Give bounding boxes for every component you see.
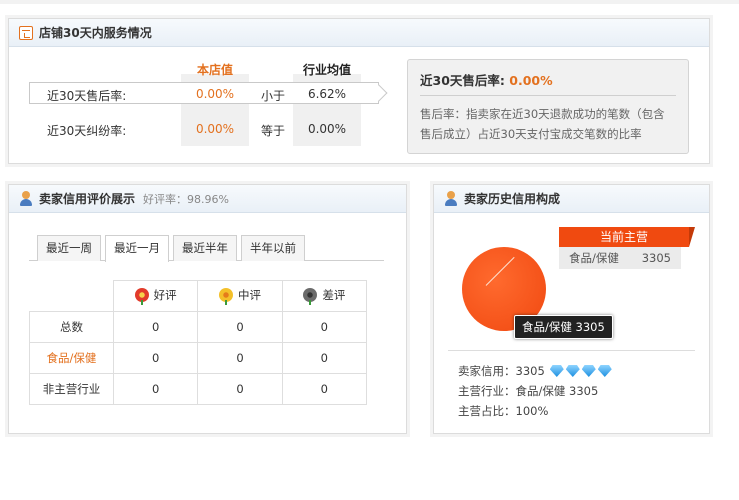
tab-before-half-year[interactable]: 半年以前 bbox=[241, 235, 305, 261]
neutral-label: 中评 bbox=[237, 288, 261, 302]
service-panel-title: 店铺30天内服务情况 bbox=[39, 26, 152, 40]
history-panel-header: 卖家历史信用构成 bbox=[434, 185, 709, 213]
pie-tooltip: 食品/保健 3305 bbox=[514, 315, 613, 339]
top-divider bbox=[0, 0, 739, 4]
main-share-line: 主营占比： 100% bbox=[458, 403, 548, 419]
seller-credit-line: 卖家信用： 3305 bbox=[458, 363, 612, 379]
positive-rate: 好评率：98.96% bbox=[143, 192, 229, 206]
rating-panel-title: 卖家信用评价展示 bbox=[39, 192, 136, 206]
main-category-name: 食品/保健 bbox=[569, 251, 619, 265]
rating-panel: 卖家信用评价展示 好评率：98.96% 最近一周 最近一月 最近半年 半年以前 … bbox=[8, 184, 407, 434]
diamond-icon bbox=[597, 365, 612, 377]
dispute-rate-label[interactable]: 近30天纠纷率: bbox=[47, 122, 157, 139]
neutral-header: 中评 bbox=[197, 280, 283, 312]
bad-label: 差评 bbox=[322, 288, 346, 302]
table-cell[interactable]: 0 bbox=[197, 342, 283, 374]
industry-average-header: 行业均值 bbox=[302, 63, 351, 77]
good-header: 好评 bbox=[112, 280, 199, 312]
red-flower-icon bbox=[134, 288, 149, 305]
table-cell[interactable]: 0 bbox=[197, 373, 283, 405]
diamond-icon bbox=[565, 365, 580, 377]
after-sales-rate-shop: 0.00% bbox=[195, 87, 235, 101]
row-label-food-health[interactable]: 食品/保健 bbox=[29, 342, 114, 374]
diamond-icon bbox=[549, 365, 564, 377]
table-row: 非主营行业 0 0 0 bbox=[29, 373, 368, 405]
tab-last-month[interactable]: 最近一月 bbox=[105, 235, 169, 262]
table-cell[interactable]: 0 bbox=[112, 311, 199, 343]
bad-header: 差评 bbox=[281, 280, 368, 312]
main-category-box: 食品/保健 3305 bbox=[559, 247, 681, 269]
service-panel: 店铺30天内服务情况 本店值 行业均值 近30天售后率: 0.00% 小于 6.… bbox=[8, 18, 710, 164]
wilted-flower-icon bbox=[303, 288, 318, 305]
table-row: 总数 0 0 0 bbox=[29, 311, 368, 343]
good-label: 好评 bbox=[153, 288, 177, 302]
history-panel: 卖家历史信用构成 食品/保健 3305 当前主营 食品/保健 3305 卖家信用… bbox=[433, 184, 710, 434]
service-panel-header: 店铺30天内服务情况 bbox=[9, 19, 709, 47]
diamond-icon bbox=[581, 365, 596, 377]
row-label-total: 总数 bbox=[29, 311, 114, 343]
table-cell[interactable]: 0 bbox=[281, 311, 368, 343]
main-share-value: 100% bbox=[515, 404, 549, 418]
yellow-flower-icon bbox=[218, 288, 233, 305]
seller-credit-label: 卖家信用： bbox=[458, 364, 516, 378]
main-industry-line: 主营行业： 食品/保健 3305 bbox=[458, 383, 598, 399]
tab-last-week[interactable]: 最近一周 bbox=[37, 235, 101, 261]
period-tabs: 最近一周 最近一月 最近半年 半年以前 bbox=[29, 235, 384, 262]
rate-info-box: 近30天售后率: 0.00% 售后率：指卖家在近30天退款成功的笔数（包含售后成… bbox=[407, 59, 689, 154]
after-sales-rate-label[interactable]: 近30天售后率: bbox=[47, 87, 157, 104]
table-cell[interactable]: 0 bbox=[112, 342, 199, 374]
seller-credit-value: 3305 bbox=[515, 364, 545, 378]
history-panel-title: 卖家历史信用构成 bbox=[464, 192, 561, 206]
dispute-compare: 等于 bbox=[261, 124, 286, 138]
current-main-tag: 当前主营 bbox=[559, 227, 695, 247]
user-icon bbox=[19, 190, 33, 207]
table-header-row: 好评 中评 差评 bbox=[30, 280, 368, 312]
rating-table: 好评 中评 差评 总数 0 0 0 食品/保健 0 0 0 非主营行业 0 0 … bbox=[29, 280, 368, 405]
table-cell[interactable]: 0 bbox=[112, 373, 199, 405]
table-row: 食品/保健 0 0 0 bbox=[29, 342, 368, 374]
main-industry-value: 食品/保健 3305 bbox=[515, 384, 599, 398]
info-title: 近30天售后率: 0.00% bbox=[420, 70, 676, 96]
dispute-rate-industry: 0.00% bbox=[307, 122, 347, 136]
table-cell[interactable]: 0 bbox=[281, 342, 368, 374]
table-cell[interactable]: 0 bbox=[197, 311, 283, 343]
main-industry-label: 主营行业： bbox=[458, 384, 516, 398]
table-cell[interactable]: 0 bbox=[281, 373, 368, 405]
diamond-icons bbox=[548, 365, 612, 377]
after-sales-compare: 小于 bbox=[261, 89, 286, 103]
info-description: 售后率：指卖家在近30天退款成功的笔数（包含售后成立）占近30天支付宝成交笔数的… bbox=[420, 107, 665, 141]
row-label-non-main: 非主营行业 bbox=[29, 373, 114, 405]
tab-last-half-year[interactable]: 最近半年 bbox=[173, 235, 237, 261]
after-sales-rate-industry: 6.62% bbox=[307, 87, 347, 101]
dispute-rate-shop: 0.00% bbox=[195, 122, 235, 136]
main-category-value: 3305 bbox=[641, 251, 671, 265]
info-title-value: 0.00% bbox=[509, 73, 553, 88]
info-title-label: 近30天售后率: bbox=[420, 73, 505, 88]
main-share-label: 主营占比： bbox=[458, 404, 516, 418]
calendar-icon bbox=[19, 25, 33, 40]
shop-value-header: 本店值 bbox=[196, 63, 233, 77]
rating-panel-header: 卖家信用评价展示 好评率：98.96% bbox=[9, 185, 406, 213]
divider bbox=[448, 350, 695, 351]
user-icon bbox=[444, 190, 458, 207]
